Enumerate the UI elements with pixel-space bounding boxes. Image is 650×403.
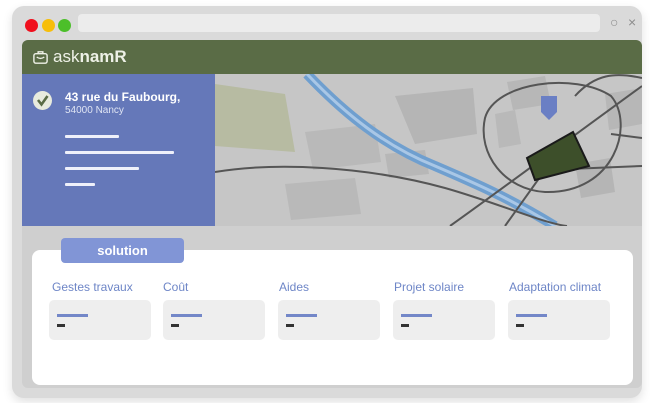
app-header: ask namR (22, 40, 642, 74)
placeholder-dash (286, 324, 294, 327)
placeholder-line (65, 135, 119, 138)
reload-icon[interactable]: ○ (610, 14, 618, 30)
category-label-adaptation-climat[interactable]: Adaptation climat (509, 280, 601, 294)
logo-text-namr: namR (79, 47, 127, 66)
address-bar[interactable] (78, 14, 600, 32)
placeholder-bar (401, 314, 432, 317)
logo-text-ask: ask (53, 47, 80, 66)
category-label-cout[interactable]: Coût (163, 280, 188, 294)
close-icon[interactable]: × (628, 14, 636, 30)
placeholder-line (65, 151, 174, 154)
category-label-aides[interactable]: Aides (279, 280, 309, 294)
placeholder-line (65, 167, 139, 170)
category-card-gestes-travaux[interactable] (49, 300, 151, 340)
browser-window: ○ × ask namR 43 rue du Faubourg, 54000 N… (12, 6, 642, 398)
category-label-projet-solaire[interactable]: Projet solaire (394, 280, 464, 294)
category-card-projet-solaire[interactable] (393, 300, 495, 340)
placeholder-dash (401, 324, 409, 327)
address-line-2: 54000 Nancy (65, 105, 124, 116)
category-card-cout[interactable] (163, 300, 265, 340)
minimize-window-button[interactable] (42, 19, 55, 32)
category-label-gestes-travaux[interactable]: Gestes travaux (52, 280, 133, 294)
placeholder-bar (286, 314, 317, 317)
placeholder-dash (516, 324, 524, 327)
placeholder-dash (57, 324, 65, 327)
placeholder-dash (171, 324, 179, 327)
app-logo[interactable]: ask namR (32, 47, 127, 67)
map-view[interactable] (215, 74, 642, 226)
placeholder-bar (57, 314, 88, 317)
category-card-adaptation-climat[interactable] (508, 300, 610, 340)
address-panel: 43 rue du Faubourg, 54000 Nancy (22, 74, 215, 226)
close-window-button[interactable] (25, 19, 38, 32)
app-window: ask namR 43 rue du Faubourg, 54000 Nancy… (22, 40, 642, 388)
placeholder-line (65, 183, 95, 186)
check-circle-icon (33, 91, 52, 110)
maximize-window-button[interactable] (58, 19, 71, 32)
placeholder-bar (516, 314, 547, 317)
address-line-1: 43 rue du Faubourg, (65, 90, 181, 104)
solution-tab[interactable]: solution (61, 238, 184, 263)
category-card-aides[interactable] (278, 300, 380, 340)
suitcase-icon (33, 50, 48, 64)
placeholder-bar (171, 314, 202, 317)
